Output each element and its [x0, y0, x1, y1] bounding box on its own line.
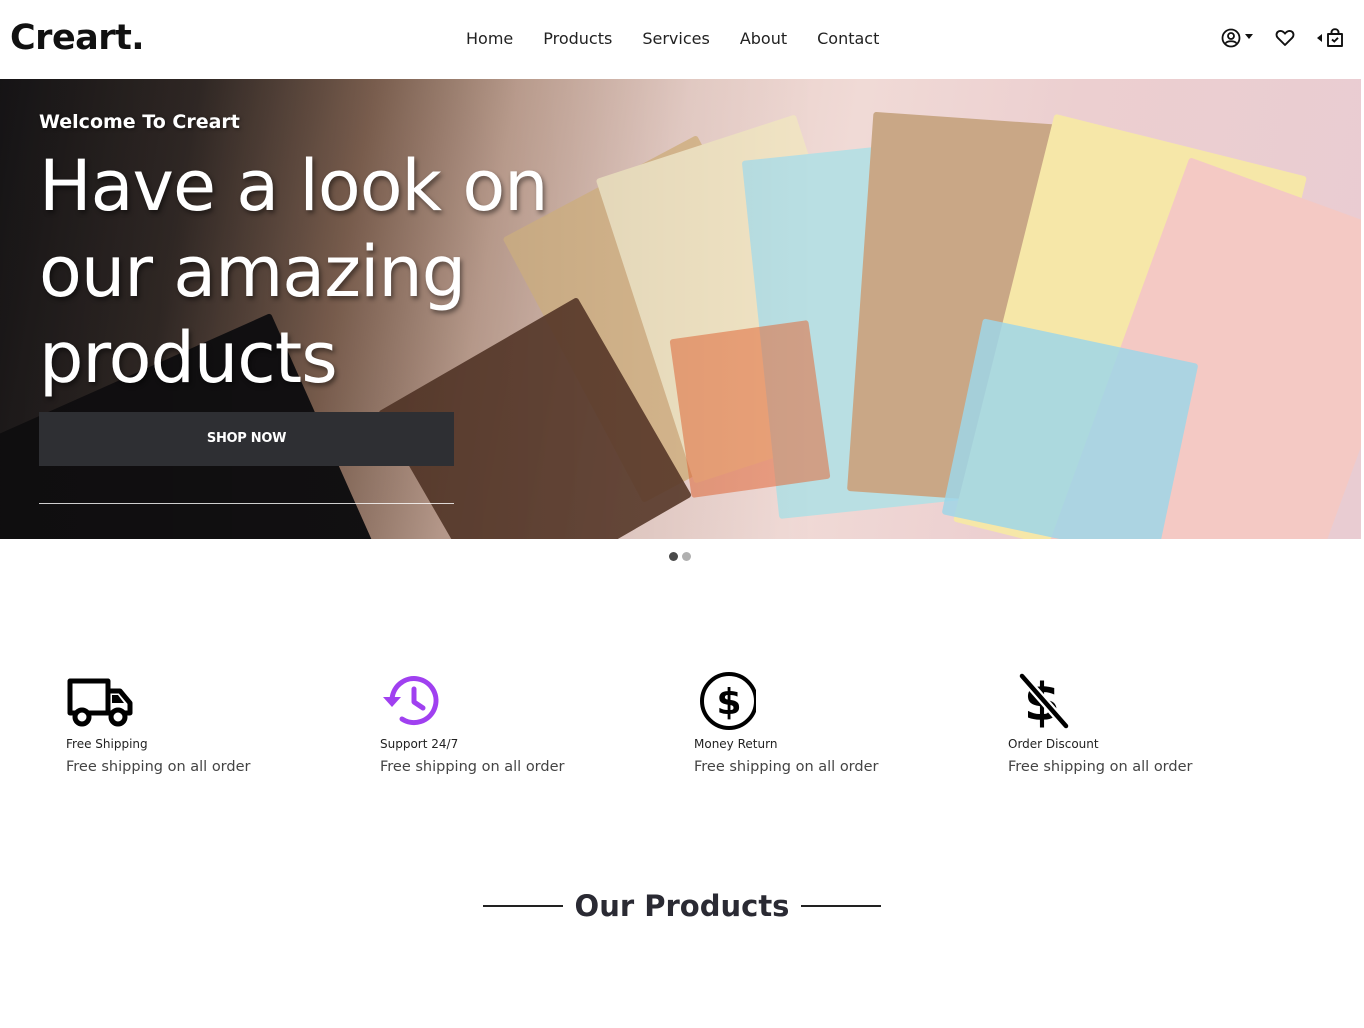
chevron-down-icon [1245, 33, 1253, 39]
svg-text:$: $ [716, 682, 741, 723]
carousel-dot-2[interactable] [682, 552, 691, 561]
history-icon [383, 676, 439, 726]
truck-icon [67, 678, 133, 727]
dollar-circle-icon: $ [700, 672, 756, 730]
hero-welcome: Welcome To Creart [39, 111, 240, 133]
feature-title: Free Shipping [66, 737, 148, 751]
feature-free-shipping: Free Shipping Free shipping on all order [66, 670, 346, 776]
feature-description: Free shipping on all order [380, 759, 565, 775]
user-circle-icon [1221, 28, 1241, 48]
our-products-title: Our Products [574, 889, 790, 923]
wishlist-button[interactable] [1275, 29, 1295, 47]
nav-about[interactable]: About [740, 28, 787, 50]
carousel-indicators [669, 552, 691, 561]
dollar-slash-icon: $ [1018, 673, 1070, 732]
heart-icon [1275, 30, 1295, 46]
feature-description: Free shipping on all order [694, 759, 879, 775]
nav-home[interactable]: Home [466, 28, 513, 50]
shop-now-button[interactable]: SHOP NOW [39, 412, 454, 466]
feature-description: Free shipping on all order [66, 759, 251, 775]
main-nav: Home Products Services About Contact [466, 28, 879, 50]
header-icons [1199, 28, 1344, 48]
cart-button[interactable] [1317, 28, 1344, 48]
feature-order-discount: $ Order Discount Free shipping on all or… [1008, 670, 1288, 776]
account-dropdown[interactable] [1221, 28, 1253, 48]
feature-title: Order Discount [1008, 737, 1099, 751]
nav-services[interactable]: Services [642, 28, 709, 50]
chevron-left-icon [1317, 34, 1322, 42]
feature-money-return: $ Money Return Free shipping on all orde… [694, 670, 974, 776]
section-heading: Our Products [0, 886, 1364, 926]
feature-description: Free shipping on all order [1008, 759, 1193, 775]
brand-logo[interactable]: Creart. [10, 16, 145, 60]
feature-title: Money Return [694, 737, 778, 751]
site-header: Creart. Home Products Services About Con… [0, 0, 1364, 79]
shopping-bag-icon [1327, 28, 1343, 47]
hero-banner: Welcome To Creart Have a look on our ama… [0, 79, 1361, 539]
hero-headline: Have a look on our amazing products [39, 145, 549, 399]
feature-title: Support 24/7 [380, 737, 459, 751]
nav-products[interactable]: Products [543, 28, 612, 50]
section-rule-right [801, 905, 881, 907]
carousel-dot-1[interactable] [669, 552, 678, 561]
hero-divider [39, 503, 454, 504]
nav-contact[interactable]: Contact [817, 28, 879, 50]
feature-support: Support 24/7 Free shipping on all order [380, 670, 660, 776]
